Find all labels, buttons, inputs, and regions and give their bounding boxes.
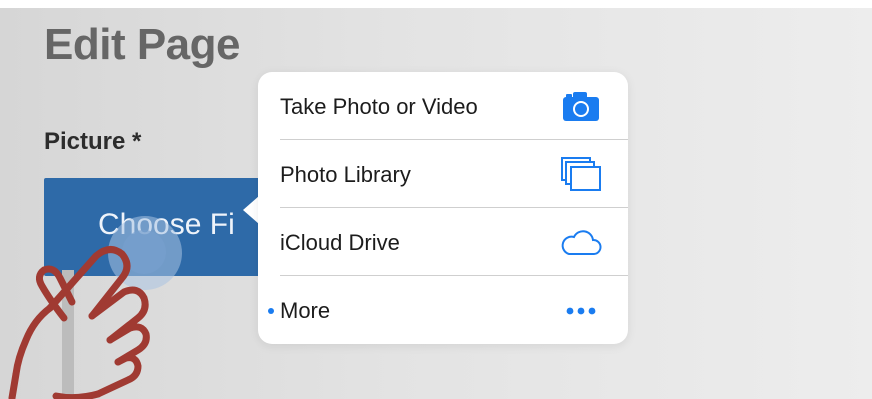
ellipsis-icon <box>566 307 596 315</box>
popover-arrow <box>243 196 259 224</box>
top-edge <box>0 0 872 8</box>
menu-item-more[interactable]: More <box>258 276 628 344</box>
menu-item-take-photo[interactable]: Take Photo or Video <box>258 72 628 140</box>
pointing-hand-icon <box>8 246 150 399</box>
menu-item-label: Take Photo or Video <box>280 94 478 119</box>
screen: Edit Page Picture * Choose Fi Take Photo… <box>0 0 872 399</box>
menu-item-icloud-drive[interactable]: iCloud Drive <box>258 208 628 276</box>
menu-item-label: iCloud Drive <box>280 230 400 255</box>
menu-item-label: Photo Library <box>280 162 411 187</box>
selection-dot <box>268 308 274 314</box>
picture-label: Picture * <box>44 128 142 155</box>
camera-icon <box>563 92 599 121</box>
source-picker-popover: Take Photo or Video Photo Library iCloud… <box>258 72 628 344</box>
page-title: Edit Page <box>44 20 241 69</box>
photo-library-icon <box>561 157 601 191</box>
menu-item-photo-library[interactable]: Photo Library <box>258 140 628 208</box>
menu-item-label: More <box>280 298 331 323</box>
cloud-icon <box>561 230 602 255</box>
